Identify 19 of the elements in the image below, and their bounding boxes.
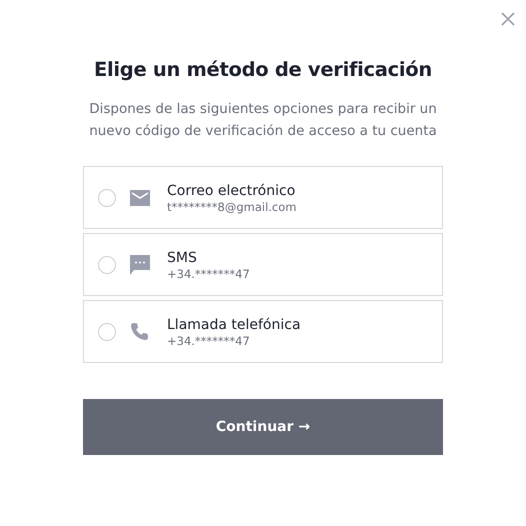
option-label: Llamada telefónica [167, 316, 302, 334]
option-label: Correo electrónico [167, 182, 296, 200]
option-label: SMS [167, 248, 198, 266]
option-card[interactable]: SMS +34.*******47 [83, 233, 443, 296]
option-detail: t********8@gmail.com [167, 200, 298, 214]
close-icon[interactable] [501, 12, 515, 26]
option-card[interactable]: Llamada telefónica +34.*******47 [83, 300, 443, 363]
radio-button[interactable] [98, 256, 116, 274]
phone-icon [130, 322, 149, 341]
dialog-title: Elige un método de verificación [94, 58, 432, 81]
envelope-icon [130, 190, 150, 206]
option-card[interactable]: Correo electrónico t********8@gmail.com [83, 166, 443, 229]
dialog-description: Dispones de las siguientes opciones para recibir un nuevo código de verificación de acceso a tu cuenta [88, 100, 438, 141]
radio-button[interactable] [98, 322, 116, 340]
continue-button[interactable]: Continuar → [83, 399, 443, 455]
option-detail: +34.*******47 [167, 266, 251, 280]
chat-bubble-icon [130, 254, 150, 274]
option-detail: +34.*******47 [167, 334, 251, 348]
radio-button[interactable] [98, 188, 116, 206]
